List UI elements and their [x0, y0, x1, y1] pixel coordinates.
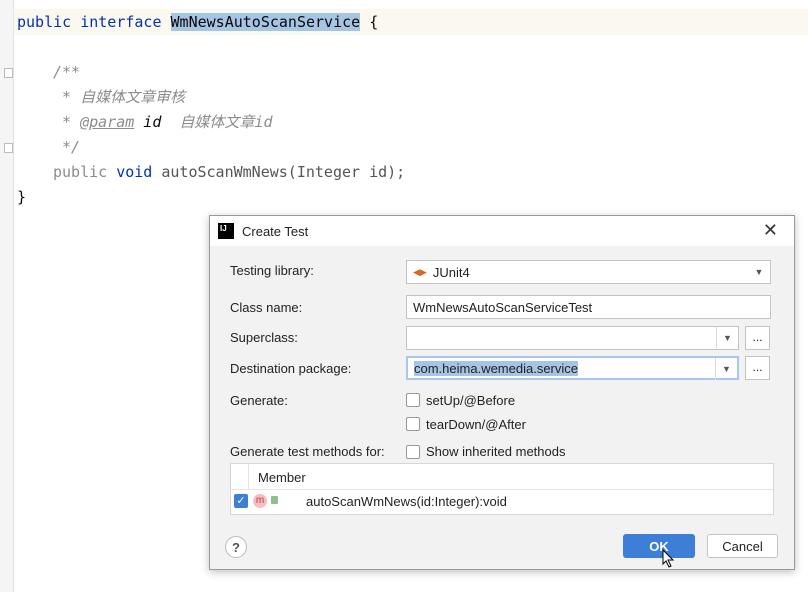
generate-label: Generate: — [230, 393, 288, 408]
doc-desc: 自媒体文章id — [161, 113, 273, 131]
setup-label: setUp/@Before — [426, 393, 516, 408]
junit-icon: ◀▶ — [413, 266, 427, 277]
help-button[interactable]: ? — [225, 536, 247, 558]
keyword: public interface — [17, 13, 171, 31]
editor-gutter — [0, 0, 14, 592]
browse-superclass-button[interactable]: ... — [745, 326, 770, 350]
keyword: void — [116, 163, 162, 181]
destination-package-label: Destination package: — [230, 361, 352, 376]
doc-comment: * 自媒体文章审核 — [53, 88, 186, 106]
doc-tag: @param — [80, 113, 135, 131]
doc-comment: /** — [53, 63, 81, 81]
setup-checkbox[interactable] — [406, 393, 420, 407]
class-name-input[interactable]: WmNewsAutoScanServiceTest — [406, 295, 771, 319]
chevron-down-icon[interactable]: ▼ — [716, 327, 738, 349]
testing-library-label: Testing library: — [230, 263, 314, 278]
teardown-checkbox[interactable] — [406, 417, 420, 431]
show-inherited-checkbox[interactable] — [406, 445, 420, 459]
table-row[interactable]: ✓ m autoScanWmNews(id:Integer):void — [231, 490, 773, 514]
code-line: public interface WmNewsAutoScanService { — [17, 10, 378, 35]
create-test-dialog: IJ Create Test ✕ Testing library: ◀▶ JUn… — [209, 215, 795, 570]
ok-button[interactable]: OK — [623, 534, 695, 558]
methods-label: Generate test methods for: — [230, 444, 385, 459]
teardown-label: tearDown/@After — [426, 417, 526, 432]
doc-comment: */ — [53, 138, 81, 156]
method-signature: autoScanWmNews(Integer id); — [161, 163, 406, 181]
code-line: public void autoScanWmNews(Integer id); — [53, 160, 405, 185]
chevron-down-icon: ▼ — [754, 267, 764, 277]
table-header: Member — [231, 464, 773, 490]
doc-comment: * @param id 自媒体文章id — [53, 110, 273, 135]
browse-package-button[interactable]: ... — [745, 356, 770, 380]
brace: { — [360, 13, 379, 31]
member-checkbox[interactable]: ✓ — [234, 494, 248, 508]
cancel-button[interactable]: Cancel — [707, 534, 778, 558]
close-icon[interactable]: ✕ — [763, 220, 778, 241]
destination-package-input[interactable]: com.heima.wemedia.service ▼ — [406, 356, 739, 380]
doc-param: id — [134, 113, 162, 131]
members-table: Member ✓ m autoScanWmNews(id:Integer):vo… — [230, 463, 774, 515]
doc-star: * — [53, 113, 81, 131]
keyword: public — [53, 163, 117, 181]
public-lock-icon — [271, 496, 278, 504]
dialog-title-bar: IJ Create Test ✕ — [210, 216, 794, 246]
dialog-title: Create Test — [242, 223, 309, 239]
class-name-label: Class name: — [230, 300, 303, 315]
intellij-logo-icon: IJ — [218, 223, 234, 239]
method-icon: m — [253, 494, 267, 508]
mouse-cursor-icon — [662, 549, 675, 568]
fold-icon[interactable] — [4, 143, 13, 153]
class-name-value: WmNewsAutoScanServiceTest — [413, 299, 593, 315]
member-column-header: Member — [258, 470, 306, 485]
selected-interface-name: WmNewsAutoScanService — [170, 13, 361, 31]
show-inherited-label: Show inherited methods — [426, 444, 566, 459]
superclass-label: Superclass: — [230, 330, 298, 345]
fold-icon[interactable] — [4, 68, 13, 78]
destination-package-value: com.heima.wemedia.service — [414, 360, 579, 376]
code-line: } — [17, 188, 27, 206]
testing-library-value: JUnit4 — [432, 264, 470, 280]
member-name: autoScanWmNews(id:Integer):void — [306, 494, 507, 509]
superclass-input[interactable]: ▼ — [406, 326, 739, 350]
testing-library-select[interactable]: ◀▶ JUnit4 ▼ — [406, 260, 771, 284]
chevron-down-icon[interactable]: ▼ — [715, 358, 737, 380]
